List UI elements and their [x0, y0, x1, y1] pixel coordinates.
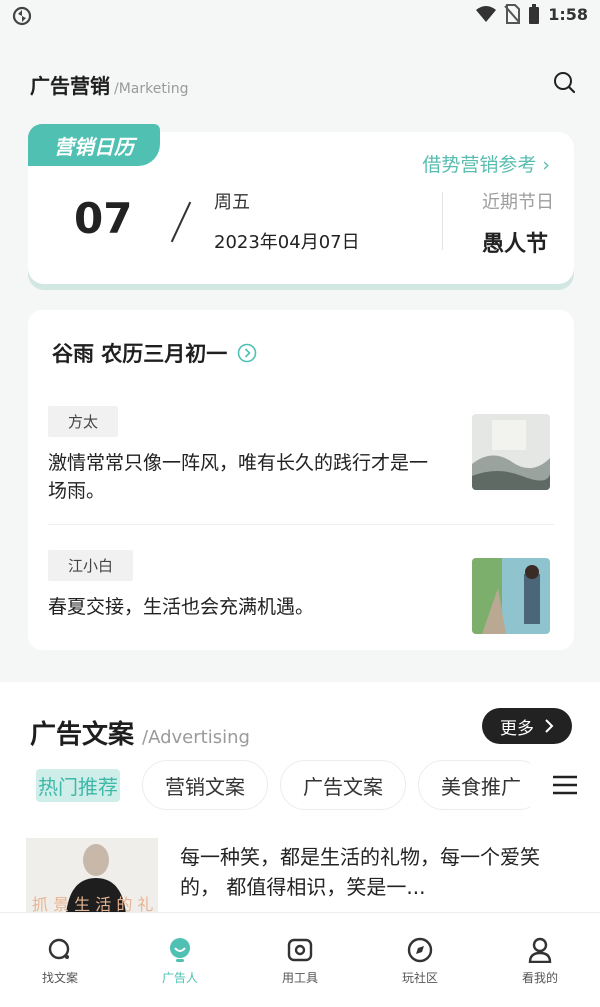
tab-food-promo[interactable]: 美食推广 — [418, 760, 544, 810]
advertising-header: 广告文案 /Advertising — [30, 714, 250, 751]
ad-person-icon — [170, 938, 190, 962]
nav-find-copy[interactable]: 找文案 — [0, 913, 120, 1007]
date-divider-slash — [170, 201, 192, 243]
chevron-right-icon — [545, 719, 554, 733]
chevron-circle-icon[interactable] — [237, 343, 257, 363]
no-sim-icon — [504, 4, 521, 24]
calendar-date: 2023年04月07日 — [214, 232, 360, 253]
category-tabs: 热门推荐 营销文案 广告文案 美食推广 — [26, 760, 600, 812]
quote-thumbnail — [472, 414, 550, 490]
festival-name[interactable]: 愚人节 — [482, 226, 548, 258]
quote-author: 江小白 — [48, 550, 134, 581]
article-item[interactable]: 抓 景 生 活 的 礼 每一种笑，都是生活的礼物，每一个爱笑的， 都值得相识，笑… — [26, 838, 574, 918]
community-icon — [407, 937, 433, 963]
more-button[interactable]: 更多 — [482, 708, 572, 744]
article-text: 每一种笑，都是生活的礼物，每一个爱笑的， 都值得相识，笑是一... — [180, 845, 540, 899]
solar-term-text: 谷雨 农历三月初一 — [52, 342, 228, 366]
quote-text: 激情常常只像一阵风，唯有长久的践行才是一场雨。 — [48, 452, 429, 502]
solar-term-title[interactable]: 谷雨 农历三月初一 — [52, 338, 257, 368]
article-image: 抓 景 生 活 的 礼 — [26, 838, 158, 914]
tools-icon — [287, 938, 313, 962]
reference-link[interactable]: 借势营销参考 › — [422, 150, 550, 177]
quote-author: 方太 — [48, 406, 119, 437]
menu-icon — [553, 775, 577, 795]
tabs-menu-button[interactable] — [530, 760, 600, 810]
app-notification-icon — [12, 6, 32, 26]
clock: 1:58 — [548, 4, 588, 24]
calendar-weekday: 周五 — [214, 192, 250, 213]
calendar-day: 07 — [74, 194, 133, 243]
bottom-navigation: 找文案 广告人 用工具 玩社区 看我的 — [0, 912, 600, 1007]
section-title: 广告文案 — [30, 720, 135, 750]
tab-ad-copy[interactable]: 广告文案 — [280, 760, 406, 810]
quote-item[interactable]: 方太 激情常常只像一阵风，唯有长久的践行才是一场雨。 — [48, 406, 554, 505]
battery-icon — [529, 4, 540, 24]
festival-label: 近期节日 — [482, 192, 554, 213]
status-bar: 1:58 — [0, 0, 600, 32]
solar-term-card: 谷雨 农历三月初一 方太 激情常常只像一阵风，唯有长久的践行才是一场雨。 江小白… — [28, 310, 574, 650]
quote-item[interactable]: 江小白 春夏交接，生活也会充满机遇。 — [48, 550, 554, 634]
page-title: 广告营销 — [30, 74, 110, 98]
more-label: 更多 — [500, 718, 534, 739]
tab-hot[interactable]: 热门推荐 — [26, 760, 130, 810]
find-copy-icon — [48, 938, 70, 960]
nav-profile[interactable]: 看我的 — [480, 913, 600, 1007]
page-header: 广告营销/Marketing — [30, 70, 578, 104]
divider — [442, 192, 443, 250]
nav-community[interactable]: 玩社区 — [360, 913, 480, 1007]
wifi-icon — [476, 6, 497, 22]
profile-icon — [528, 937, 552, 963]
section-subtitle: /Advertising — [142, 727, 250, 748]
quote-text: 春夏交接，生活也会充满机遇。 — [48, 596, 315, 618]
marketing-calendar-card[interactable]: 营销日历 借势营销参考 › 07 周五 2023年04月07日 近期节日 愚人节 — [28, 124, 574, 284]
quote-thumbnail — [472, 558, 550, 634]
search-icon[interactable] — [552, 70, 576, 94]
nav-ad-person[interactable]: 广告人 — [120, 913, 240, 1007]
calendar-tag: 营销日历 — [28, 124, 160, 166]
nav-tools[interactable]: 用工具 — [240, 913, 360, 1007]
divider — [48, 524, 554, 525]
tab-marketing-copy[interactable]: 营销文案 — [142, 760, 268, 810]
article-thumbnail: 抓 景 生 活 的 礼 — [26, 838, 158, 914]
page-subtitle: /Marketing — [114, 81, 189, 97]
